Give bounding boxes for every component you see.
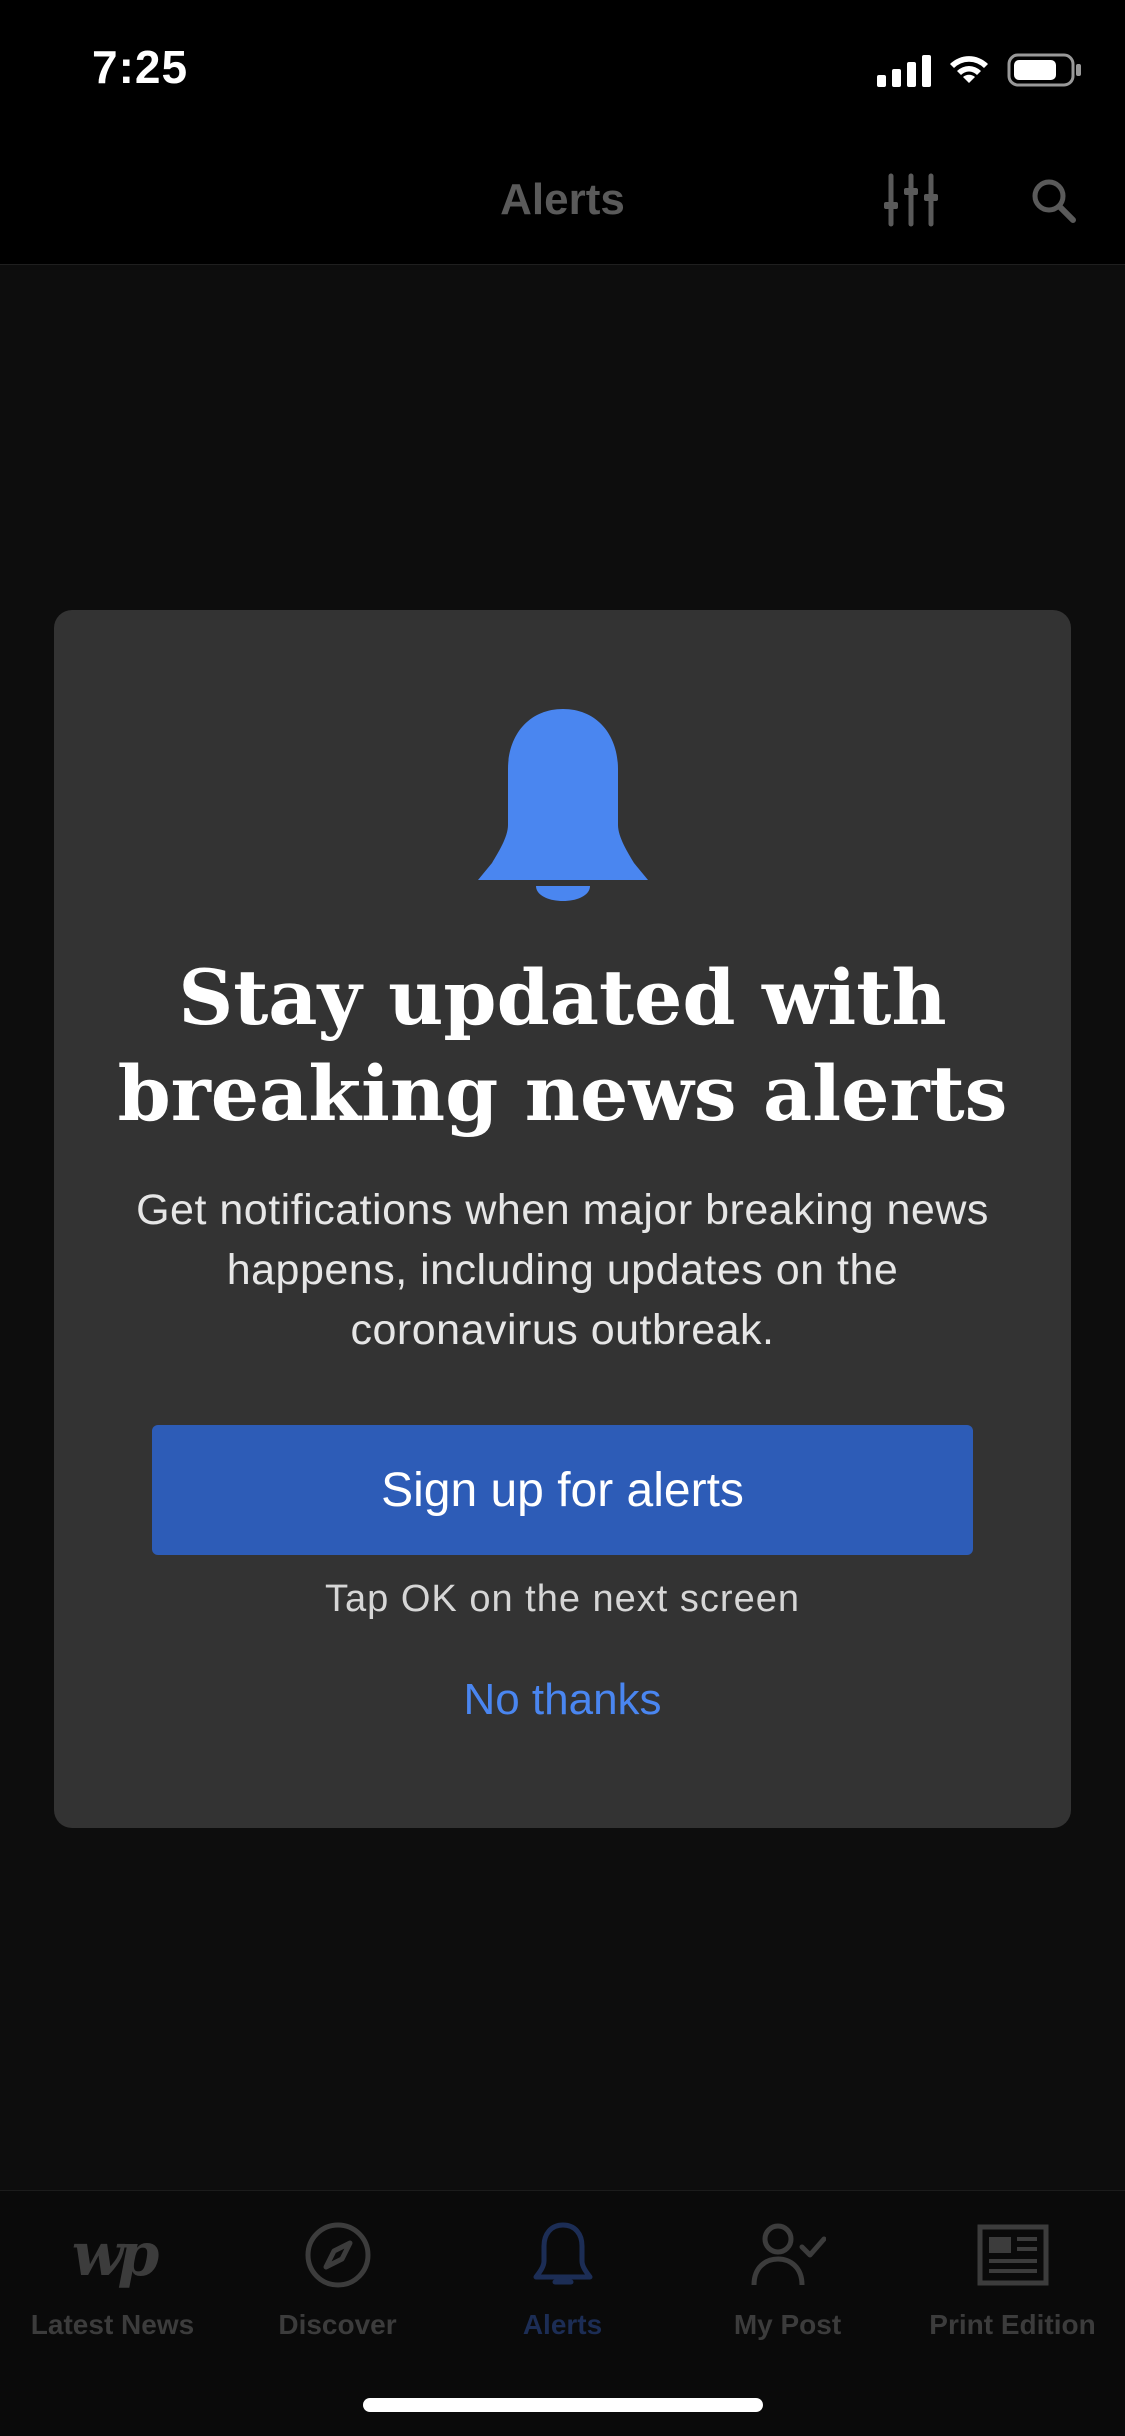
- status-icons: [877, 48, 1083, 92]
- modal-description: Get notifications when major breaking ne…: [136, 1186, 989, 1354]
- tab-latest-news[interactable]: wp Latest News: [0, 2211, 225, 2361]
- status-time: 7:25: [92, 41, 189, 93]
- compass-icon: [298, 2215, 378, 2295]
- status-bar: 7:25: [0, 0, 1125, 135]
- user-check-icon: [748, 2215, 828, 2295]
- page-title: Alerts: [500, 175, 625, 224]
- bell-icon: [478, 709, 648, 901]
- sign-up-for-alerts-button[interactable]: Sign up for alerts: [152, 1425, 973, 1555]
- tab-my-post[interactable]: My Post: [675, 2211, 900, 2361]
- tab-label: Discover: [278, 2309, 397, 2340]
- tab-alerts[interactable]: Alerts: [450, 2211, 675, 2361]
- app-screen: 7:25 Alerts Stay updated with breaking n…: [0, 0, 1125, 2436]
- nav-header: Alerts: [0, 135, 1125, 265]
- search-icon: [1032, 179, 1076, 223]
- tab-label: Latest News: [30, 2309, 195, 2340]
- sliders-icon: [884, 173, 938, 227]
- search-button[interactable]: [1018, 165, 1088, 235]
- cellular-signal-icon: [877, 53, 931, 87]
- wp-logo-icon: wp: [71, 2220, 160, 2290]
- wifi-icon: [950, 56, 988, 83]
- modal-title: Stay updated with breaking news alerts: [117, 953, 1008, 1138]
- no-thanks-link[interactable]: No thanks: [54, 1675, 1071, 1725]
- bell-icon: [523, 2215, 603, 2295]
- tab-label: Print Edition: [929, 2309, 1096, 2340]
- filter-button[interactable]: [876, 165, 946, 235]
- tab-print-edition[interactable]: Print Edition: [900, 2211, 1125, 2361]
- tap-ok-hint: Tap OK on the next screen: [325, 1578, 800, 1620]
- home-indicator[interactable]: [363, 2398, 763, 2412]
- tab-discover[interactable]: Discover: [225, 2211, 450, 2361]
- tab-label: Alerts: [522, 2309, 603, 2340]
- alerts-signup-modal: Stay updated with breaking news alerts G…: [54, 610, 1071, 1828]
- newspaper-icon: [973, 2215, 1053, 2295]
- battery-icon: [1007, 53, 1081, 87]
- tab-label: My Post: [733, 2309, 842, 2340]
